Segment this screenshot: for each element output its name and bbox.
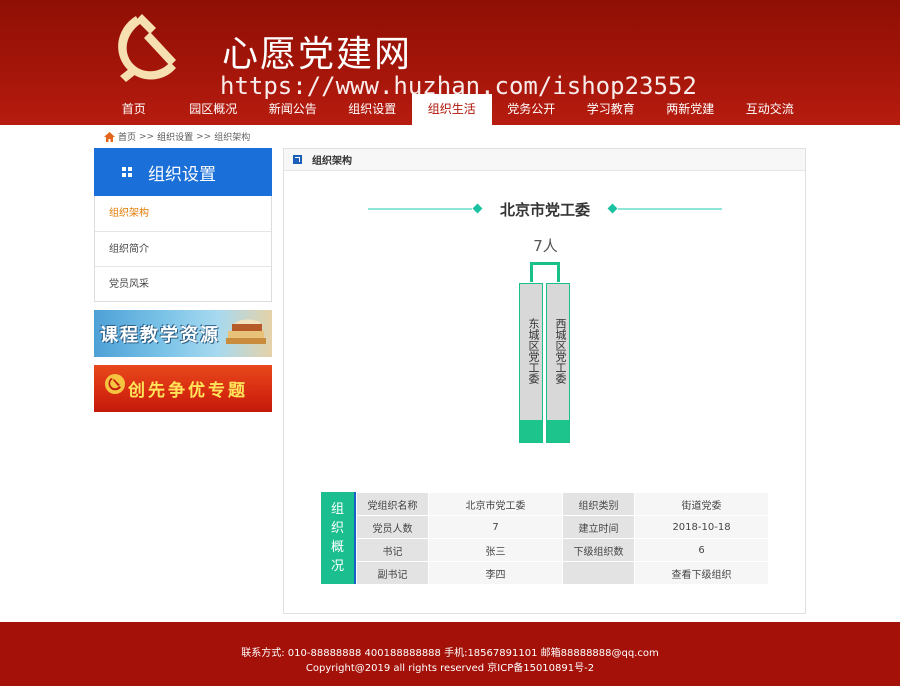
sidebar-title: 组织设置 <box>148 164 216 185</box>
books-icon <box>226 319 266 344</box>
tree-connector <box>530 262 560 282</box>
member-count: 7人 <box>533 237 558 255</box>
structure-icon <box>293 155 302 164</box>
divider-line <box>618 208 722 210</box>
table-key: 书记 <box>356 538 429 562</box>
panel-header: 组织架构 <box>284 149 805 171</box>
site-header: 心愿党建网 https://www.huzhan.com/ishop23552 … <box>0 0 900 125</box>
site-footer: 联系方式: 010-88888888 400188888888 手机:18567… <box>0 622 900 686</box>
sub-org-foot <box>520 420 542 442</box>
table-key: 副书记 <box>356 561 429 585</box>
side-char: 织 <box>330 521 344 536</box>
banner-course-resources[interactable]: 课程教学资源 <box>94 310 272 357</box>
breadcrumb-current: 组织架构 <box>214 133 251 143</box>
side-char: 组 <box>330 502 344 517</box>
side-char: 概 <box>330 540 344 555</box>
sub-org-label: 西城区党工委 <box>554 318 567 384</box>
table-row: 书记 张三 下级组织数 6 <box>356 538 769 562</box>
table-value: 6 <box>634 538 769 562</box>
party-emblem-small-icon <box>105 374 125 394</box>
sub-org-dongcheng[interactable]: 东城区党工委 <box>519 283 543 443</box>
breadcrumb-sep: >> <box>139 131 155 142</box>
view-sub-orgs-link[interactable]: 查看下级组织 <box>634 561 769 585</box>
sidebar-item-member-style[interactable]: 党员风采 <box>95 266 271 301</box>
grid-icon <box>122 167 132 177</box>
banner-excellence[interactable]: 创先争优专题 <box>94 365 272 412</box>
org-info-table: 党组织名称 北京市党工委 组织类别 街道党委 党员人数 7 建立时间 2018-… <box>356 492 769 585</box>
table-key: 党组织名称 <box>356 492 429 516</box>
table-key: 下级组织数 <box>562 538 635 562</box>
sidebar-item-org-structure[interactable]: 组织架构 <box>95 196 271 231</box>
table-key: 建立时间 <box>562 515 635 539</box>
sidebar-header: 组织设置 <box>94 148 272 196</box>
main-nav: 首页 园区概况 新闻公告 组织设置 组织生活 党务公开 学习教育 两新党建 互动… <box>94 94 810 125</box>
sub-org-xicheng[interactable]: 西城区党工委 <box>546 283 570 443</box>
nav-park-overview[interactable]: 园区概况 <box>174 94 254 125</box>
sub-org-foot <box>547 420 569 442</box>
breadcrumb: 首页 >> 组织设置 >> 组织架构 <box>104 130 250 143</box>
panel-title: 组织架构 <box>312 156 352 167</box>
nav-org-life[interactable]: 组织生活 <box>412 94 492 125</box>
banner-excellence-text: 创先争优专题 <box>128 381 248 401</box>
sub-org-label: 东城区党工委 <box>527 318 540 384</box>
org-info: 组 织 概 况 党组织名称 北京市党工委 组织类别 街道党委 党员人数 7 建立… <box>321 492 769 585</box>
sidebar: 组织设置 组织架构 组织简介 党员风采 课程教学资源 创先争优专题 <box>94 148 272 412</box>
nav-news[interactable]: 新闻公告 <box>253 94 333 125</box>
table-key <box>562 561 635 585</box>
org-title-block: 北京市党工委 <box>368 201 722 219</box>
table-row: 副书记 李四 查看下级组织 <box>356 561 769 585</box>
footer-copyright: Copyright@2019 all rights reserved 京ICP备… <box>305 663 595 674</box>
side-char: 况 <box>330 559 344 574</box>
nav-interaction[interactable]: 互动交流 <box>730 94 810 125</box>
table-row: 党员人数 7 建立时间 2018-10-18 <box>356 515 769 539</box>
nav-party-affairs[interactable]: 党务公开 <box>492 94 572 125</box>
table-value: 7 <box>428 515 563 539</box>
table-key: 组织类别 <box>562 492 635 516</box>
sidebar-item-org-intro[interactable]: 组织简介 <box>95 231 271 266</box>
table-row: 党组织名称 北京市党工委 组织类别 街道党委 <box>356 492 769 516</box>
breadcrumb-home[interactable]: 首页 <box>118 130 136 143</box>
nav-two-new[interactable]: 两新党建 <box>651 94 731 125</box>
breadcrumb-sep: >> <box>196 131 212 142</box>
footer-contact: 联系方式: 010-88888888 400188888888 手机:18567… <box>241 648 659 659</box>
table-value: 张三 <box>428 538 563 562</box>
breadcrumb-org-setup[interactable]: 组织设置 <box>157 130 193 143</box>
table-value: 李四 <box>428 561 563 585</box>
table-value: 2018-10-18 <box>634 515 769 539</box>
table-value: 街道党委 <box>634 492 769 516</box>
org-info-label: 组 织 概 况 <box>321 492 356 584</box>
nav-org-setup[interactable]: 组织设置 <box>333 94 413 125</box>
nav-home[interactable]: 首页 <box>94 94 174 125</box>
home-icon <box>104 131 115 142</box>
nav-learning[interactable]: 学习教育 <box>571 94 651 125</box>
org-structure-panel: 组织架构 北京市党工委 7人 东城区党工委 西城区党工委 组 织 概 况 党组织… <box>283 148 806 614</box>
banner-course-text: 课程教学资源 <box>100 325 220 346</box>
table-key: 党员人数 <box>356 515 429 539</box>
sidebar-list: 组织架构 组织简介 党员风采 <box>94 196 272 302</box>
party-emblem-icon <box>118 14 176 82</box>
site-title: 心愿党建网 <box>222 34 413 75</box>
table-value: 北京市党工委 <box>428 492 563 516</box>
